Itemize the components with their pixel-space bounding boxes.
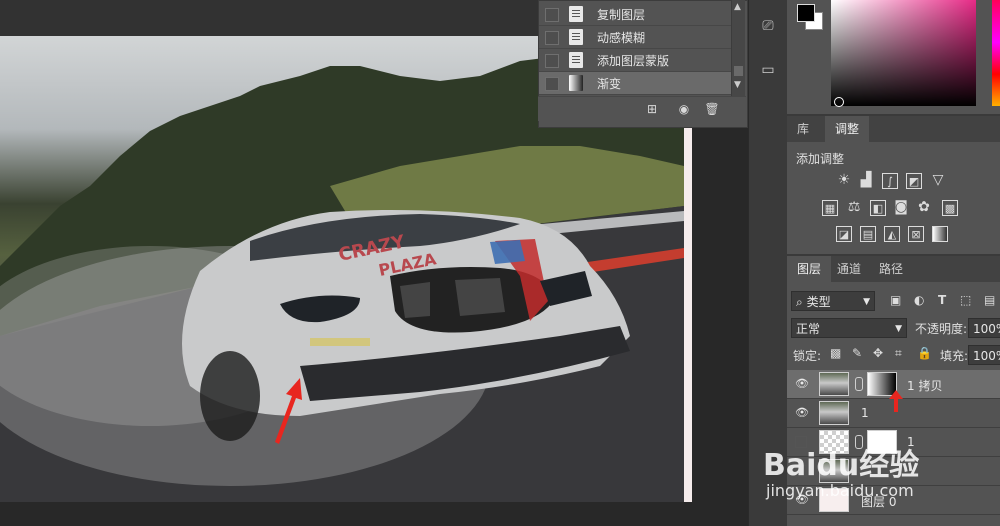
tab-channels[interactable]: 通道 [827,256,871,282]
trash-icon[interactable]: 🗑 [704,101,720,117]
color-lookup-icon[interactable]: ▩ [942,200,958,216]
lock-position-icon[interactable]: ✥ [873,346,883,360]
history-item[interactable]: 添加图层蒙版 [539,49,733,72]
adjustments-title: 添加调整 [796,152,845,166]
mask-link-icon[interactable] [855,377,863,391]
lock-brush-icon[interactable]: ✎ [852,346,862,360]
layer-row[interactable]: 👁 1 [787,399,1000,428]
history-item-label: 动感模糊 [597,31,646,45]
invert-icon[interactable]: ◪ [836,226,852,242]
selective-color-icon[interactable]: ⊠ [908,226,924,242]
levels-icon[interactable]: ▟ [858,172,874,188]
document-icon [569,52,583,68]
layer-thumbnail[interactable] [819,401,849,425]
camera-icon[interactable]: ◉ [676,101,692,117]
exposure-icon[interactable]: ◩ [906,173,922,189]
history-item[interactable]: 复制图层 [539,3,733,26]
history-checkbox[interactable] [545,8,559,22]
color-balance-icon[interactable]: ⚖ [846,199,862,215]
history-toolbar: ⊞ ◉ 🗑 [538,96,746,121]
document-icon [569,6,583,22]
new-document-from-state-icon[interactable]: ⊞ [644,101,660,117]
layer-name[interactable]: 1 [861,406,869,420]
blend-mode-select[interactable]: 正常 ▼ [791,318,907,338]
filter-pixel-icon[interactable]: ▣ [890,293,901,307]
gradient-map-icon[interactable] [932,226,948,242]
filter-type-icon[interactable]: T [938,293,946,307]
history-item-label: 添加图层蒙版 [597,54,670,68]
layer-filter-select[interactable]: ⌕ 类型 ▼ [791,291,875,311]
history-panel-icon[interactable]: ⎚ [758,16,778,36]
layers-tabbar: 图层 通道 路径 [787,256,1000,282]
blend-mode-value: 正常 [796,322,821,336]
history-checkbox[interactable] [545,54,559,68]
gradient-icon [569,75,583,91]
eye-icon[interactable]: 👁 [795,407,809,419]
document-icon [569,29,583,45]
history-scrollbar[interactable]: ▲ ▼ [731,0,745,96]
fill-label: 填充: [940,349,969,363]
posterize-icon[interactable]: ▤ [860,226,876,242]
opacity-input[interactable]: 100% [968,318,1000,338]
vibrance-icon[interactable]: ▽ [930,172,946,188]
tab-library[interactable]: 库 [787,116,819,142]
lock-all-icon[interactable]: 🔒 [917,346,932,360]
history-checkbox[interactable] [545,31,559,45]
layer-thumbnail[interactable] [819,372,849,396]
threshold-icon[interactable]: ◭ [884,226,900,242]
scroll-thumb[interactable] [734,66,743,76]
history-item[interactable]: 动感模糊 [539,26,733,49]
document-tab-strip [0,0,540,36]
brightness-contrast-icon[interactable]: ☀ [836,172,852,188]
layer-name[interactable]: 1 拷贝 [907,377,942,394]
curves-icon[interactable]: ∫ [882,173,898,189]
history-item-label: 渐变 [597,77,622,91]
color-picker-cursor[interactable] [834,97,844,107]
history-checkbox[interactable] [545,77,559,91]
color-picker-field[interactable] [831,0,976,106]
channel-mixer-icon[interactable]: ✿ [916,199,932,215]
filter-smart-object-icon[interactable]: ▤ [984,293,995,307]
eye-icon[interactable]: 👁 [795,378,809,390]
lock-transparent-icon[interactable]: ▩ [830,346,841,360]
annotation-arrow [275,378,302,444]
opacity-value: 100% [973,322,1000,336]
tab-adjustments[interactable]: 调整 [825,116,870,142]
filter-shape-icon[interactable]: ⬚ [960,293,971,307]
tab-layers[interactable]: 图层 [787,256,832,282]
tab-paths[interactable]: 路径 [869,256,913,282]
black-white-icon[interactable]: ◧ [870,200,886,216]
chevron-down-icon: ▼ [863,297,870,307]
layer-filter-value: 类型 [806,295,831,309]
layer-row-selected[interactable]: 👁 1 拷贝 [787,370,1000,412]
hue-slider[interactable] [992,0,1000,106]
opacity-label: 不透明度: [915,322,968,336]
scroll-down-icon[interactable]: ▼ [734,80,741,90]
lock-label: 锁定: [793,349,822,363]
adjustments-tabbar: 库 调整 [787,116,1000,142]
history-item-label: 复制图层 [597,8,646,22]
hue-saturation-icon[interactable]: ▦ [822,200,838,216]
chevron-down-icon: ▼ [895,324,902,334]
baidu-watermark: Baidu经验 [763,448,920,483]
filter-adjustment-icon[interactable]: ◐ [914,293,924,307]
scroll-up-icon[interactable]: ▲ [734,2,741,12]
fill-input[interactable]: 100% [968,345,1000,365]
baidu-watermark-url: jingyan.baidu.com [766,481,914,500]
layer-comps-icon[interactable]: ▭ [758,60,778,80]
search-icon: ⌕ [796,295,803,309]
lock-artboard-icon[interactable]: ⌗ [895,346,902,361]
fill-value: 100% [973,349,1000,363]
foreground-color-swatch[interactable] [797,4,815,22]
history-item-selected[interactable]: 渐变 [539,72,733,95]
photo-filter-icon[interactable]: ◙ [893,199,909,215]
